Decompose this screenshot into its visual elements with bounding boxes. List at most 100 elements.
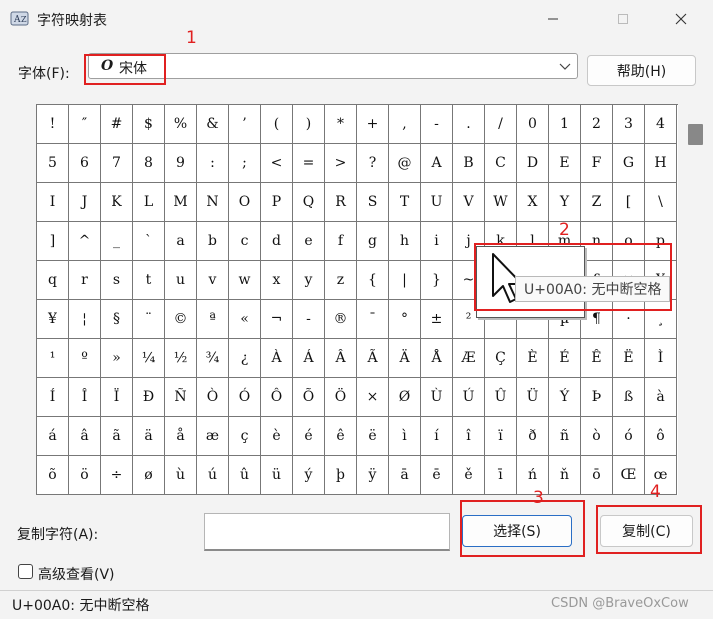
help-button[interactable]: 帮助(H) bbox=[587, 55, 696, 86]
char-cell[interactable]: Œ bbox=[613, 456, 645, 495]
char-cell[interactable]: ß bbox=[613, 378, 645, 417]
char-cell[interactable]: ¥ bbox=[37, 300, 69, 339]
char-cell[interactable]: 0 bbox=[517, 105, 549, 144]
char-cell[interactable]: õ bbox=[37, 456, 69, 495]
char-cell[interactable]: > bbox=[325, 144, 357, 183]
scrollbar-thumb[interactable] bbox=[688, 124, 703, 145]
char-cell[interactable]: Ü bbox=[517, 378, 549, 417]
char-cell[interactable]: @ bbox=[389, 144, 421, 183]
char-cell[interactable]: Â bbox=[325, 339, 357, 378]
char-cell[interactable]: c bbox=[229, 222, 261, 261]
char-cell[interactable]: ø bbox=[133, 456, 165, 495]
char-cell[interactable]: E bbox=[549, 144, 581, 183]
char-cell[interactable]: § bbox=[101, 300, 133, 339]
advanced-view-label[interactable]: 高级查看(V) bbox=[38, 564, 115, 584]
char-cell[interactable]: ã bbox=[101, 417, 133, 456]
char-cell[interactable]: ) bbox=[293, 105, 325, 144]
char-cell[interactable]: ú bbox=[197, 456, 229, 495]
char-cell[interactable]: 9 bbox=[165, 144, 197, 183]
char-cell[interactable]: ô bbox=[645, 417, 677, 456]
char-cell[interactable]: + bbox=[357, 105, 389, 144]
char-cell[interactable]: é bbox=[293, 417, 325, 456]
char-cell[interactable]: b bbox=[197, 222, 229, 261]
char-cell[interactable]: Ë bbox=[613, 339, 645, 378]
char-cell[interactable]: 4 bbox=[645, 105, 677, 144]
char-cell[interactable]: } bbox=[421, 261, 453, 300]
minimize-button[interactable] bbox=[530, 0, 576, 38]
char-cell[interactable]: C bbox=[485, 144, 517, 183]
char-cell[interactable]: ï bbox=[485, 417, 517, 456]
char-cell[interactable]: N bbox=[197, 183, 229, 222]
char-cell[interactable]: { bbox=[357, 261, 389, 300]
char-cell[interactable]: 2 bbox=[581, 105, 613, 144]
char-cell[interactable]: Á bbox=[293, 339, 325, 378]
char-cell[interactable]: w bbox=[229, 261, 261, 300]
char-cell[interactable]: % bbox=[165, 105, 197, 144]
char-cell[interactable]: H bbox=[645, 144, 677, 183]
advanced-view-checkbox[interactable] bbox=[18, 564, 33, 579]
char-cell[interactable]: è bbox=[261, 417, 293, 456]
char-cell[interactable]: V bbox=[453, 183, 485, 222]
char-cell[interactable]: I bbox=[37, 183, 69, 222]
char-cell[interactable]: Ô bbox=[261, 378, 293, 417]
char-cell[interactable]: Ó bbox=[229, 378, 261, 417]
char-cell[interactable]: v bbox=[197, 261, 229, 300]
char-cell[interactable]: ä bbox=[133, 417, 165, 456]
char-cell[interactable]: Û bbox=[485, 378, 517, 417]
char-cell[interactable]: , bbox=[389, 105, 421, 144]
char-cell[interactable]: Õ bbox=[293, 378, 325, 417]
char-cell[interactable]: & bbox=[197, 105, 229, 144]
char-cell[interactable]: L bbox=[133, 183, 165, 222]
char-cell[interactable]: ; bbox=[229, 144, 261, 183]
char-cell[interactable]: ñ bbox=[549, 417, 581, 456]
close-button[interactable] bbox=[658, 0, 704, 38]
char-cell[interactable]: Þ bbox=[581, 378, 613, 417]
char-cell[interactable]: ě bbox=[453, 456, 485, 495]
char-cell[interactable]: ’ bbox=[229, 105, 261, 144]
char-cell[interactable]: ″ bbox=[69, 105, 101, 144]
char-cell[interactable]: ? bbox=[357, 144, 389, 183]
char-cell[interactable]: Ì bbox=[645, 339, 677, 378]
char-cell[interactable]: Ç bbox=[485, 339, 517, 378]
char-cell[interactable]: g bbox=[357, 222, 389, 261]
char-cell[interactable]: ó bbox=[613, 417, 645, 456]
char-cell[interactable]: ō bbox=[581, 456, 613, 495]
char-cell[interactable]: K bbox=[101, 183, 133, 222]
char-cell[interactable]: x bbox=[261, 261, 293, 300]
char-cell[interactable]: U bbox=[421, 183, 453, 222]
char-cell[interactable]: h bbox=[389, 222, 421, 261]
char-cell[interactable]: [ bbox=[613, 183, 645, 222]
char-cell[interactable]: # bbox=[101, 105, 133, 144]
char-cell[interactable]: Æ bbox=[453, 339, 485, 378]
char-cell[interactable]: r bbox=[69, 261, 101, 300]
char-cell[interactable]: i bbox=[421, 222, 453, 261]
char-cell[interactable]: < bbox=[261, 144, 293, 183]
char-cell[interactable]: ± bbox=[421, 300, 453, 339]
char-cell[interactable]: Ú bbox=[453, 378, 485, 417]
char-cell[interactable]: ° bbox=[389, 300, 421, 339]
char-cell[interactable]: - bbox=[293, 300, 325, 339]
char-cell[interactable]: â bbox=[69, 417, 101, 456]
char-cell[interactable]: « bbox=[229, 300, 261, 339]
char-cell[interactable]: ¬ bbox=[261, 300, 293, 339]
char-cell[interactable]: d bbox=[261, 222, 293, 261]
char-cell[interactable]: ^ bbox=[69, 222, 101, 261]
char-cell[interactable]: ù bbox=[165, 456, 197, 495]
char-cell[interactable]: Ê bbox=[581, 339, 613, 378]
char-cell[interactable]: _ bbox=[101, 222, 133, 261]
char-cell[interactable]: 5 bbox=[37, 144, 69, 183]
char-cell[interactable]: Ý bbox=[549, 378, 581, 417]
char-cell[interactable]: ! bbox=[37, 105, 69, 144]
char-cell[interactable]: ÿ bbox=[357, 456, 389, 495]
char-cell[interactable]: W bbox=[485, 183, 517, 222]
char-cell[interactable]: æ bbox=[197, 417, 229, 456]
char-cell[interactable]: B bbox=[453, 144, 485, 183]
char-cell[interactable]: Ï bbox=[101, 378, 133, 417]
char-cell[interactable]: O bbox=[229, 183, 261, 222]
char-cell[interactable]: û bbox=[229, 456, 261, 495]
char-cell[interactable]: J bbox=[69, 183, 101, 222]
char-cell[interactable]: Ñ bbox=[165, 378, 197, 417]
maximize-button[interactable] bbox=[600, 0, 646, 38]
char-cell[interactable]: 3 bbox=[613, 105, 645, 144]
char-cell[interactable]: ì bbox=[389, 417, 421, 456]
